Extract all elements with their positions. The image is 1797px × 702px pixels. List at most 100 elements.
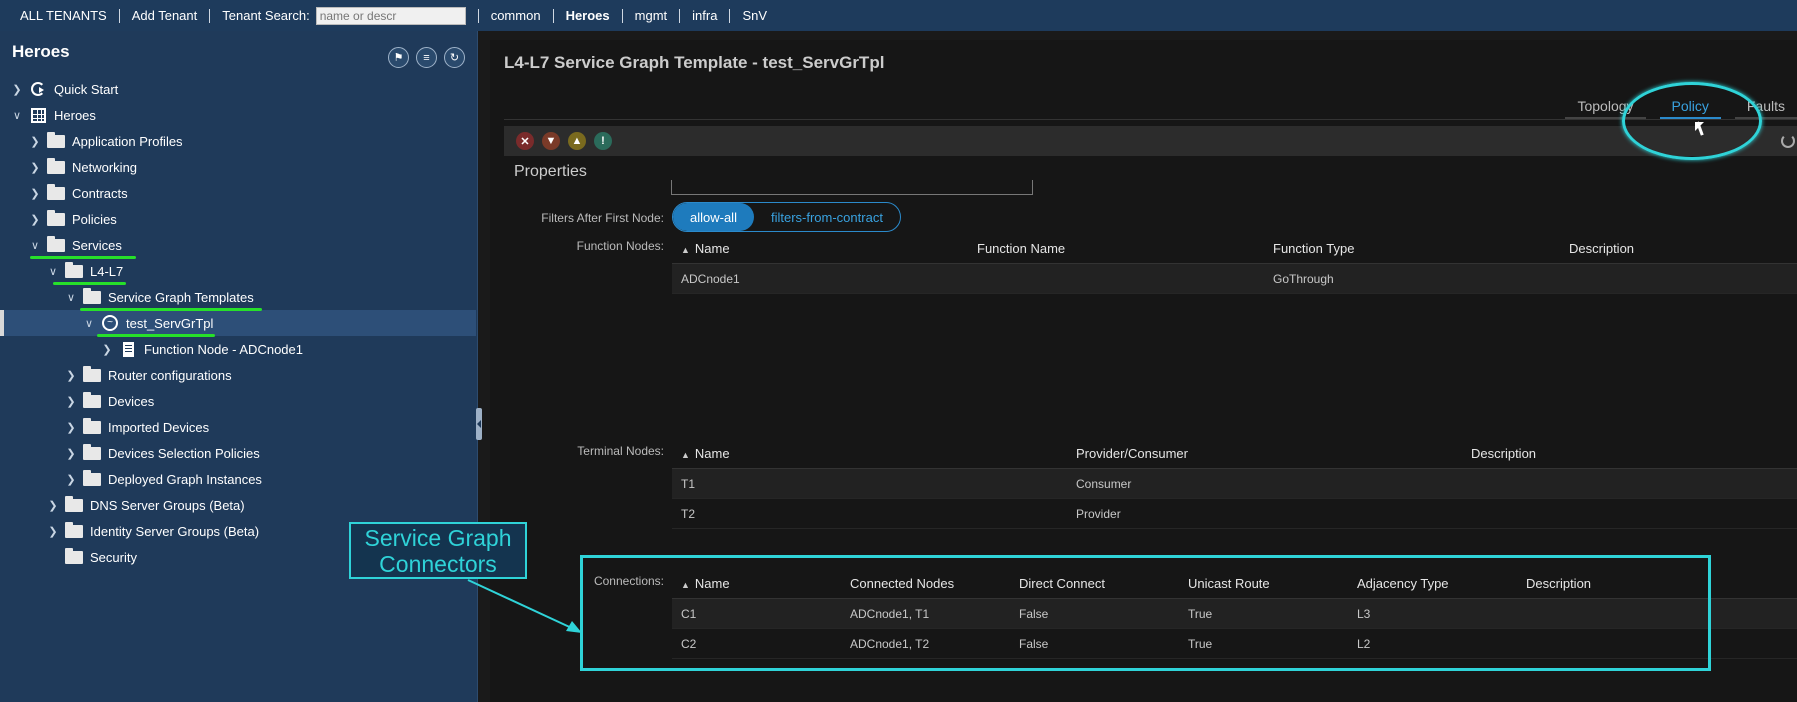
table-row[interactable]: C1 ADCnode1, T1 False True L3 (672, 599, 1797, 629)
tree-item-router-configurations[interactable]: ❯ Router configurations (0, 362, 476, 388)
fault-toolbar: ✕ ▼ ▲ ! (504, 126, 1797, 156)
refresh-icon[interactable]: ↻ (444, 47, 465, 68)
tree-item-tenant-heroes[interactable]: ∨ Heroes (0, 102, 476, 128)
connections-table: ▲ Name Connected Nodes Direct Connect Uni… (672, 569, 1797, 659)
chevron-down-icon[interactable]: ∨ (10, 109, 24, 122)
tenant-link-common[interactable]: common (481, 8, 551, 23)
tree-item-policies[interactable]: ❯ Policies (0, 206, 476, 232)
pane-splitter-handle[interactable] (476, 408, 482, 440)
column-header-function-name[interactable]: Function Name (968, 241, 1264, 256)
chevron-down-icon[interactable]: ∨ (46, 265, 60, 278)
main-pane: L4-L7 Service Graph Template - test_Serv… (490, 40, 1797, 702)
tenant-icon (30, 107, 46, 123)
tree-item-networking[interactable]: ❯ Networking (0, 154, 476, 180)
refresh-icon[interactable] (1781, 134, 1795, 148)
chevron-right-icon[interactable]: ❯ (46, 525, 60, 538)
text-field-partial[interactable] (671, 180, 1033, 195)
chevron-right-icon[interactable]: ❯ (100, 343, 114, 356)
tenant-link-snv[interactable]: SnV (732, 8, 777, 23)
service-graph-connectors-callout: Service Graph Connectors (349, 522, 527, 579)
all-tenants-link[interactable]: ALL TENANTS (10, 8, 117, 23)
allow-all-option[interactable]: allow-all (673, 203, 754, 231)
chevron-right-icon[interactable]: ❯ (64, 369, 78, 382)
tenant-link-mgmt[interactable]: mgmt (625, 8, 678, 23)
chevron-down-icon[interactable]: ∨ (28, 239, 42, 252)
flag-icon[interactable]: ⚑ (388, 47, 409, 68)
chevron-right-icon[interactable]: ❯ (28, 161, 42, 174)
highlight-underline (53, 282, 126, 285)
tenant-link-heroes[interactable]: Heroes (556, 8, 620, 23)
tab-policy[interactable]: Policy (1659, 94, 1721, 120)
table-row[interactable]: C2 ADCnode1, T2 False True L2 (672, 629, 1797, 659)
table-header-row: ▲ Name Provider/Consumer Description (672, 439, 1797, 469)
folder-icon (47, 157, 65, 174)
sort-ascending-icon: ▲ (681, 245, 690, 255)
chevron-right-icon[interactable]: ❯ (28, 187, 42, 200)
chevron-right-icon[interactable]: ❯ (64, 395, 78, 408)
table-row[interactable]: T1 Consumer (672, 469, 1797, 499)
chevron-down-icon[interactable]: ∨ (82, 317, 96, 330)
tree-item-label: Security (90, 549, 137, 565)
tree-item-quick-start[interactable]: ❯ Quick Start (0, 76, 476, 102)
column-header-name[interactable]: ▲ Name (672, 241, 968, 256)
folder-icon (83, 417, 101, 434)
tree-item-service-graph-templates[interactable]: ∨ Service Graph Templates (0, 284, 476, 310)
tree-item-dns-server-groups[interactable]: ❯ DNS Server Groups (Beta) (0, 492, 476, 518)
chevron-right-icon[interactable]: ❯ (46, 499, 60, 512)
folder-icon (83, 391, 101, 408)
callout-line: Connectors (379, 550, 497, 577)
folder-icon (83, 443, 101, 460)
highlight-underline (97, 334, 215, 337)
tenant-search-input[interactable] (315, 6, 466, 25)
column-header-direct-connect[interactable]: Direct Connect (1010, 576, 1179, 591)
tree-item-l4-l7[interactable]: ∨ L4-L7 (0, 258, 476, 284)
table-header-row: ▲ Name Function Name Function Type Descri… (672, 234, 1797, 264)
chevron-right-icon[interactable]: ❯ (64, 421, 78, 434)
table-row[interactable]: T2 Provider (672, 499, 1797, 529)
column-header-description[interactable]: Description (1462, 446, 1797, 461)
column-header-name[interactable]: ▲ Name (672, 576, 841, 591)
folder-icon (65, 521, 83, 538)
tree-item-deployed-graph-instances[interactable]: ❯ Deployed Graph Instances (0, 466, 476, 492)
chevron-right-icon[interactable]: ❯ (28, 213, 42, 226)
add-tenant-link[interactable]: Add Tenant (122, 8, 208, 23)
column-header-description[interactable]: Description (1517, 576, 1797, 591)
chevron-right-icon[interactable]: ❯ (10, 83, 24, 96)
column-header-connected-nodes[interactable]: Connected Nodes (841, 576, 1010, 591)
chevron-right-icon[interactable]: ❯ (64, 473, 78, 486)
tenant-link-infra[interactable]: infra (682, 8, 727, 23)
chevron-down-icon[interactable]: ∨ (64, 291, 78, 304)
divider (679, 8, 681, 23)
tree-item-services[interactable]: ∨ Services (0, 232, 476, 258)
minor-fault-icon[interactable]: ▲ (568, 132, 586, 150)
filters-from-contract-option[interactable]: filters-from-contract (754, 203, 900, 231)
column-header-description[interactable]: Description (1560, 241, 1797, 256)
tree-item-function-node[interactable]: ❯ Function Node - ADCnode1 (0, 336, 476, 362)
chevron-right-icon[interactable]: ❯ (28, 135, 42, 148)
tree-item-label: Heroes (54, 107, 96, 123)
tab-topology[interactable]: Topology (1565, 94, 1646, 120)
column-header-name[interactable]: ▲ Name (672, 446, 1067, 461)
column-header-unicast-route[interactable]: Unicast Route (1179, 576, 1348, 591)
tree-item-test-servgrtpl[interactable]: ∨ ~ test_ServGrTpl (0, 310, 476, 336)
critical-fault-icon[interactable]: ✕ (516, 132, 534, 150)
table-row[interactable]: ADCnode1 GoThrough (672, 264, 1797, 294)
tree-item-contracts[interactable]: ❯ Contracts (0, 180, 476, 206)
column-header-provider-consumer[interactable]: Provider/Consumer (1067, 446, 1462, 461)
tree-item-imported-devices[interactable]: ❯ Imported Devices (0, 414, 476, 440)
warning-fault-icon[interactable]: ! (594, 132, 612, 150)
column-header-function-type[interactable]: Function Type (1264, 241, 1560, 256)
tab-faults[interactable]: Faults (1734, 94, 1797, 120)
major-fault-icon[interactable]: ▼ (542, 132, 560, 150)
nav-title: Heroes (12, 42, 70, 61)
tree-item-label: Identity Server Groups (Beta) (90, 523, 260, 539)
tree-item-devices-selection-policies[interactable]: ❯ Devices Selection Policies (0, 440, 476, 466)
tree-item-label: Services (72, 237, 122, 253)
list-icon[interactable]: ≡ (416, 47, 437, 68)
tree-item-devices[interactable]: ❯ Devices (0, 388, 476, 414)
function-nodes-table: ▲ Name Function Name Function Type Descri… (672, 234, 1797, 294)
tree-item-label: Service Graph Templates (108, 289, 254, 305)
chevron-right-icon[interactable]: ❯ (64, 447, 78, 460)
column-header-adjacency-type[interactable]: Adjacency Type (1348, 576, 1517, 591)
tree-item-application-profiles[interactable]: ❯ Application Profiles (0, 128, 476, 154)
